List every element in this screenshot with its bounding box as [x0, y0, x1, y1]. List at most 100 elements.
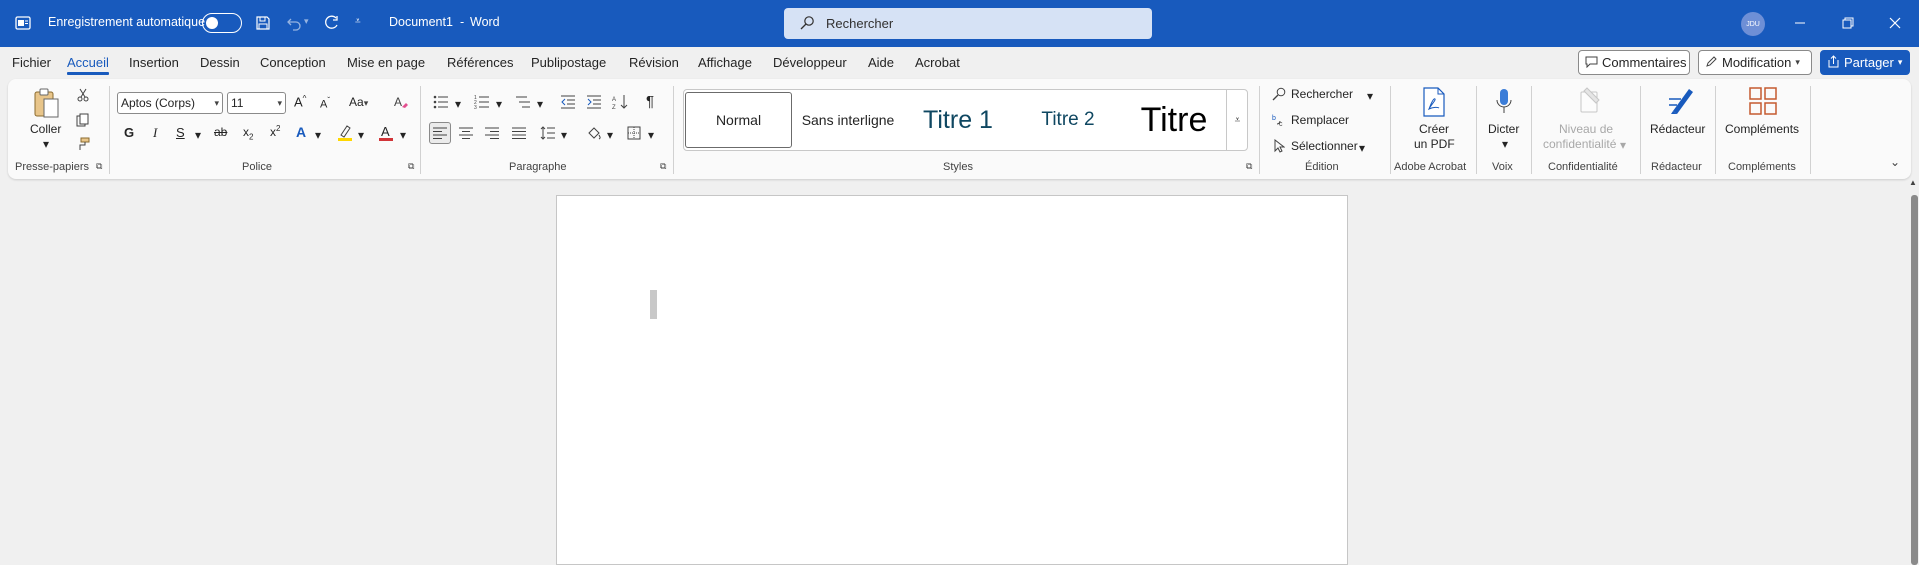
tab-publipostage[interactable]: Publipostage	[531, 55, 606, 70]
user-avatar[interactable]: JDU	[1741, 12, 1765, 36]
close-icon[interactable]	[1884, 12, 1906, 34]
select-label[interactable]: Sélectionner	[1291, 139, 1358, 153]
select-pointer-icon[interactable]	[1271, 137, 1287, 155]
subscript-icon[interactable]: x2	[243, 125, 253, 141]
change-case-icon[interactable]: Aa▾	[349, 95, 368, 109]
undo-dropdown-caret[interactable]: ▾	[304, 16, 309, 27]
addins-icon[interactable]	[1746, 84, 1780, 118]
tab-insertion[interactable]: Insertion	[129, 55, 179, 70]
multilevel-list-icon[interactable]	[513, 92, 533, 112]
tab-acrobat[interactable]: Acrobat	[915, 55, 960, 70]
tab-developpeur[interactable]: Développeur	[773, 55, 847, 70]
tab-revision[interactable]: Révision	[629, 55, 679, 70]
decrease-indent-icon[interactable]	[558, 92, 578, 112]
copy-icon[interactable]	[74, 111, 92, 129]
italic-button[interactable]: I	[153, 125, 157, 141]
shading-icon[interactable]	[584, 123, 604, 143]
align-left-icon[interactable]	[429, 122, 451, 144]
addins-label[interactable]: Compléments	[1725, 121, 1799, 137]
customize-qat-icon[interactable]: ⩡	[355, 16, 361, 27]
dictate-label[interactable]: Dicter	[1488, 121, 1519, 137]
tab-aide[interactable]: Aide	[868, 55, 894, 70]
dictate-caret[interactable]: ▾	[1502, 137, 1508, 151]
highlight-icon[interactable]	[336, 123, 354, 143]
style-sans-interligne[interactable]: Sans interligne	[796, 90, 900, 150]
tab-affichage[interactable]: Affichage	[698, 55, 752, 70]
align-center-icon[interactable]	[456, 123, 476, 143]
font-size-dropdown[interactable]: 11 ▾	[227, 92, 286, 114]
document-page[interactable]	[556, 195, 1348, 565]
multilevel-caret[interactable]: ▾	[537, 97, 543, 111]
styles-more-button[interactable]: ⩡	[1226, 90, 1248, 150]
tab-fichier[interactable]: Fichier	[12, 55, 51, 70]
sort-icon[interactable]: AZ	[610, 92, 630, 112]
line-spacing-caret[interactable]: ▾	[561, 128, 567, 142]
find-icon[interactable]	[1271, 85, 1287, 103]
clipboard-dialog-launcher-icon[interactable]: ⧉	[96, 161, 102, 172]
share-button[interactable]: Partager ▾	[1820, 50, 1910, 75]
line-spacing-icon[interactable]	[538, 123, 558, 143]
bullets-caret[interactable]: ▾	[455, 97, 461, 111]
scroll-up-arrow-icon[interactable]: ▲	[1909, 178, 1917, 187]
underline-dropdown-caret[interactable]: ▾	[195, 128, 201, 142]
select-caret[interactable]: ▾	[1359, 141, 1365, 155]
minimize-icon[interactable]	[1789, 12, 1811, 34]
dictate-icon[interactable]	[1492, 85, 1516, 119]
vertical-scrollbar[interactable]	[1910, 183, 1919, 565]
save-icon[interactable]	[252, 12, 274, 34]
borders-icon[interactable]	[624, 123, 644, 143]
comments-button[interactable]: Commentaires	[1578, 50, 1690, 75]
find-label[interactable]: Rechercher	[1291, 87, 1353, 101]
editor-label[interactable]: Rédacteur	[1650, 121, 1705, 137]
align-right-icon[interactable]	[482, 123, 502, 143]
tab-references[interactable]: Références	[447, 55, 513, 70]
shading-caret[interactable]: ▾	[607, 128, 613, 142]
increase-indent-icon[interactable]	[584, 92, 604, 112]
numbering-caret[interactable]: ▾	[496, 97, 502, 111]
borders-caret[interactable]: ▾	[648, 128, 654, 142]
clear-formatting-icon[interactable]: A	[392, 93, 410, 111]
collapse-ribbon-icon[interactable]: ⌄	[1890, 155, 1900, 169]
paste-label[interactable]: Coller	[30, 121, 61, 137]
editor-icon[interactable]	[1665, 84, 1699, 118]
style-titre[interactable]: Titre	[1122, 90, 1226, 150]
text-effects-caret[interactable]: ▾	[315, 128, 321, 142]
replace-icon[interactable]: bc	[1271, 111, 1287, 129]
style-titre-1[interactable]: Titre 1	[906, 90, 1010, 150]
grow-font-icon[interactable]: A^	[294, 94, 306, 109]
numbering-icon[interactable]: 123	[472, 92, 492, 112]
format-painter-icon[interactable]	[74, 135, 92, 153]
tab-dessin[interactable]: Dessin	[200, 55, 240, 70]
justify-icon[interactable]	[509, 123, 529, 143]
search-box[interactable]: Rechercher	[784, 8, 1152, 39]
style-titre-2[interactable]: Titre 2	[1018, 90, 1118, 150]
highlight-caret[interactable]: ▾	[358, 128, 364, 142]
cut-icon[interactable]	[74, 86, 92, 104]
show-formatting-marks-icon[interactable]: ¶	[646, 93, 654, 110]
bullets-icon[interactable]	[431, 92, 451, 112]
replace-label[interactable]: Remplacer	[1291, 113, 1349, 127]
font-color-icon[interactable]: A	[377, 123, 395, 143]
underline-button[interactable]: S	[176, 125, 185, 140]
find-caret[interactable]: ▾	[1367, 89, 1373, 103]
shrink-font-icon[interactable]: Aˇ	[320, 96, 330, 111]
create-pdf-icon[interactable]	[1419, 86, 1449, 118]
superscript-icon[interactable]: x2	[270, 124, 280, 139]
bold-button[interactable]: G	[124, 125, 134, 140]
font-color-caret[interactable]: ▾	[400, 128, 406, 142]
undo-icon[interactable]	[283, 12, 305, 34]
paragraph-dialog-launcher-icon[interactable]: ⧉	[660, 161, 666, 172]
redo-icon[interactable]	[321, 12, 343, 34]
create-pdf-line2[interactable]: un PDF	[1414, 136, 1455, 152]
paste-dropdown-caret[interactable]: ▾	[43, 137, 49, 151]
editing-mode-button[interactable]: Modification ▾	[1698, 50, 1812, 75]
tab-conception[interactable]: Conception	[260, 55, 326, 70]
styles-dialog-launcher-icon[interactable]: ⧉	[1246, 161, 1252, 172]
font-name-dropdown[interactable]: Aptos (Corps) ▾	[117, 92, 223, 114]
text-effects-icon[interactable]: A	[296, 124, 306, 140]
word-app-icon[interactable]	[12, 12, 34, 34]
create-pdf-line1[interactable]: Créer	[1419, 121, 1449, 137]
font-dialog-launcher-icon[interactable]: ⧉	[408, 161, 414, 172]
paste-icon[interactable]	[32, 86, 62, 120]
tab-mise-en-page[interactable]: Mise en page	[347, 55, 425, 70]
